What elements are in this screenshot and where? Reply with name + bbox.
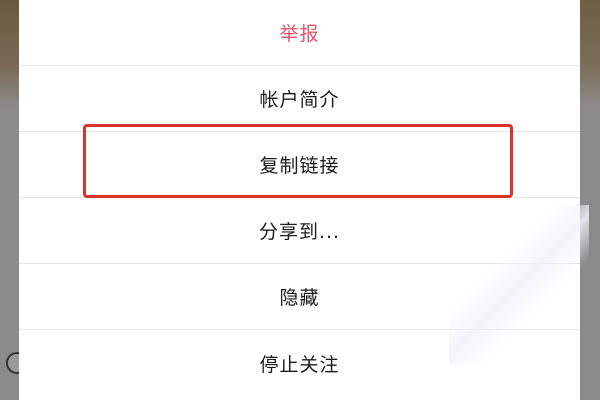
menu-item-label: 隐藏	[279, 287, 320, 309]
menu-item-copy-link[interactable]: 复制链接	[19, 132, 580, 198]
menu-item-share-to[interactable]: 分享到...	[19, 198, 580, 264]
menu-item-label: 帐户简介	[259, 89, 340, 111]
menu-item-label: 举报	[279, 23, 320, 45]
menu-item-account-profile[interactable]: 帐户简介	[19, 66, 580, 132]
menu-item-report[interactable]: 举报	[19, 0, 580, 66]
menu-item-label: 停止关注	[259, 353, 340, 376]
action-sheet: 举报 帐户简介 复制链接 分享到... 隐藏 停止关注	[19, 0, 589, 400]
menu-item-hide[interactable]: 隐藏	[19, 264, 580, 330]
screen: 举报 帐户简介 复制链接 分享到... 隐藏 停止关注	[0, 0, 600, 400]
menu-item-label: 复制链接	[259, 155, 340, 177]
menu-item-unfollow[interactable]: 停止关注	[19, 330, 580, 396]
menu-item-label: 分享到...	[258, 221, 341, 243]
